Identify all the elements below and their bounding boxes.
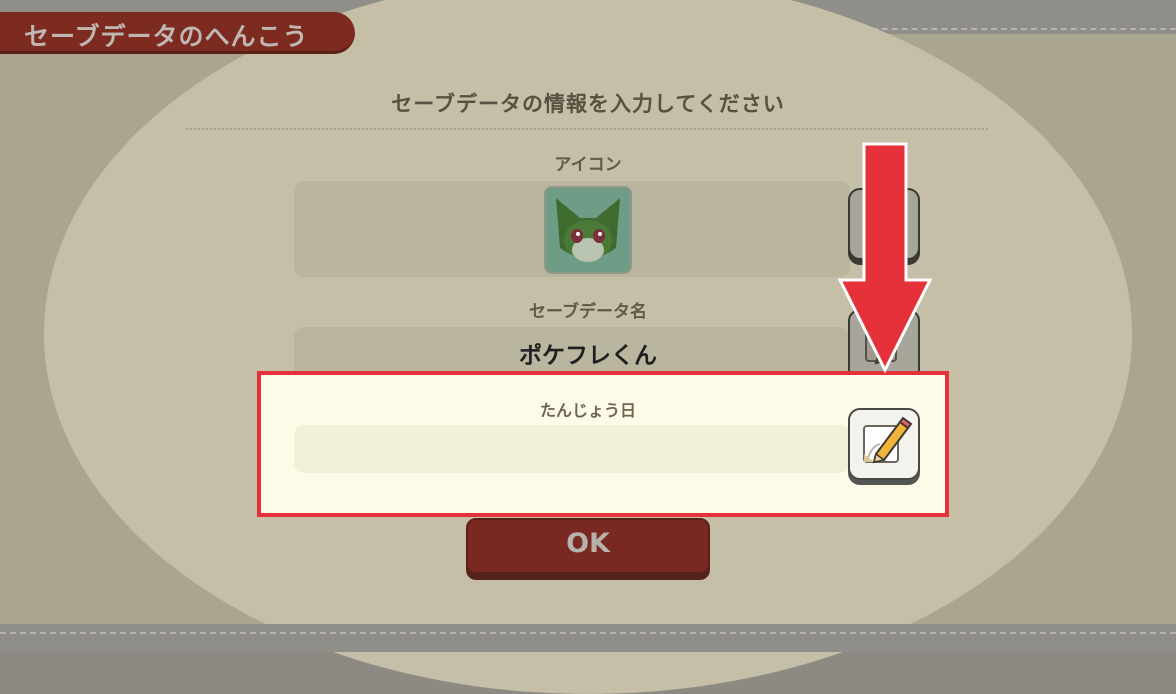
bottom-bar (0, 624, 1176, 652)
pencil-notepad-icon (863, 416, 913, 464)
icon-label: アイコン (554, 155, 622, 175)
sprigatito-icon (544, 186, 632, 274)
heading-divider (186, 128, 988, 130)
save-name-label: セーブデータ名 (529, 302, 647, 322)
instruction-heading: セーブデータの情報を入力してください (391, 92, 785, 116)
birthday-label: たんじょう日 (539, 401, 636, 420)
down-arrow-icon (837, 142, 933, 374)
ok-button-label: OK (566, 528, 610, 559)
edit-birthday-button[interactable] (848, 408, 920, 480)
screen-title: セーブデータのへんこう (24, 22, 309, 51)
birthday-field[interactable] (294, 425, 850, 473)
save-name-value: ポケフレくん (519, 343, 657, 369)
ok-button[interactable]: OK (466, 518, 710, 574)
screen-title-tab: セーブデータのへんこう (0, 12, 355, 54)
